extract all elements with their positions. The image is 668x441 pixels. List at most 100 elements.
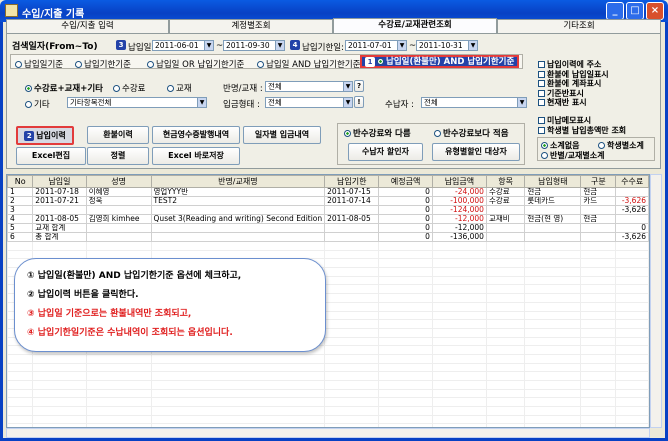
table-row[interactable]: 5 교재 합계 0 -12,000 0 <box>7 223 649 233</box>
column-header[interactable]: 수수료 <box>615 175 649 188</box>
column-header[interactable]: 예정금액 <box>378 175 433 188</box>
table-cell: 현금 <box>580 214 617 224</box>
table-cell: 카드 <box>580 196 617 206</box>
column-header[interactable]: 구분 <box>580 175 617 188</box>
kind-tuition-radio[interactable]: 수강료 <box>113 82 145 94</box>
table-cell <box>32 205 87 215</box>
sort-button[interactable]: 정렬 <box>87 147 149 165</box>
column-header[interactable]: 납입기한 <box>324 175 380 188</box>
due-date-from-field[interactable]: 2011-07-01 ▼ <box>345 40 407 51</box>
tab-income-expense-input[interactable]: 수입/지출 입력 <box>6 19 169 33</box>
close-button[interactable]: × <box>646 2 664 20</box>
column-header[interactable]: 납입금액 <box>431 175 487 188</box>
kind-book-radio[interactable]: 교재 <box>167 82 192 94</box>
class-different-radio[interactable]: 반수강료와 다름 <box>344 127 411 139</box>
check-student-total[interactable]: 학생별 납입총액만 조회 <box>538 126 626 136</box>
tab-other-view[interactable]: 기타조회 <box>497 19 661 33</box>
table-cell: -124,000 <box>431 205 487 215</box>
class-label: 반명/교재 : <box>223 84 263 94</box>
subtotal-class[interactable]: 반별/교재별소계 <box>541 150 604 161</box>
column-header[interactable]: 성명 <box>85 175 152 188</box>
table-cell: 0 <box>378 187 433 197</box>
table-row[interactable]: 2 2011-07-21 정욱 TEST2 2011-07-14 0 -100,000 수강료… <box>7 196 649 206</box>
option-pay-date[interactable]: 납입일기준 <box>15 58 63 70</box>
excel-save-button[interactable]: Excel 바로저장 <box>152 147 240 165</box>
option-refund-and-due[interactable]: 1 납입일(환불만) AND 납입기한기준 <box>360 55 520 68</box>
table-cell <box>524 223 582 233</box>
table-cell <box>580 223 617 233</box>
table-cell: 수강료 <box>485 196 526 206</box>
pay-date-to-field[interactable]: 2011-09-30 ▼ <box>223 40 285 51</box>
table-cell: 김영희 kimhee <box>85 214 152 224</box>
table-cell <box>485 232 526 242</box>
maximize-button[interactable]: □ <box>626 2 644 20</box>
empty-row <box>7 406 649 416</box>
other-item-select[interactable]: 기타항목전체 ▼ <box>67 97 207 108</box>
class-search-button[interactable]: ? <box>354 80 364 92</box>
daily-deposit-button[interactable]: 일자별 입금내역 <box>243 126 321 144</box>
subtotal-student[interactable]: 학생별소계 <box>598 140 644 151</box>
column-header[interactable]: 반명/교재명 <box>150 175 326 188</box>
check-refund-date[interactable]: 환불에 납입일표시 <box>538 70 609 80</box>
discount-group: 반수강료와 다름 반수강료보다 적음 수납자 할인자 유형별할인 대상자 <box>337 123 525 165</box>
table-cell: -24,000 <box>431 187 487 197</box>
pay-type-select[interactable]: 전체 ▼ <box>265 97 353 108</box>
table-cell: 현금 <box>524 187 582 197</box>
column-header[interactable]: 납입형태 <box>524 175 582 188</box>
table-row[interactable]: 4 2011-08-05 김영희 kimhee Quset 3(Reading and… <box>7 214 649 224</box>
date-option-group: 납입일기준 납입기한기준 납입일 OR 납입기한기준 납입일 AND 납입기한기… <box>10 54 523 70</box>
search-panel: 검색일자(From~To) 3 납입일 : 2011-06-01 ▼ ~ 2011… <box>6 33 661 169</box>
table-cell: 2011-08-05 <box>32 214 87 224</box>
option-pay-and-due[interactable]: 납입일 AND 납입기한기준 <box>257 58 361 70</box>
refund-history-button[interactable]: 환불이력 <box>87 126 149 144</box>
check-base-class[interactable]: 기준반표시 <box>538 89 609 99</box>
pay-date-from-field[interactable]: 2011-06-01 ▼ <box>152 40 214 51</box>
check-refund-account[interactable]: 환불에 계좌표시 <box>538 79 609 89</box>
column-header[interactable]: No <box>7 175 34 188</box>
kind-other-radio[interactable]: 기타 <box>25 98 50 110</box>
payment-history-button[interactable]: 2 납입이력 <box>16 126 74 145</box>
tab-tuition-view[interactable]: 수강료/교재관련조회 <box>333 18 497 33</box>
vertical-scrollbar[interactable] <box>650 174 662 428</box>
table-cell: 2011-08-05 <box>324 214 380 224</box>
receiver-select[interactable]: 전체 ▼ <box>421 97 527 108</box>
tab-account-view[interactable]: 계정별조회 <box>169 19 333 33</box>
callout-line-4: ④ 납입기한일기준은 수납내역이 조회되는 옵션입니다. <box>27 328 233 338</box>
receiver-discount-button[interactable]: 수납자 할인자 <box>348 143 423 161</box>
table-cell <box>150 232 326 242</box>
option-due-date[interactable]: 납입기한기준 <box>75 58 131 70</box>
class-less-radio[interactable]: 반수강료보다 적음 <box>434 127 509 139</box>
table-cell: 이혜영 <box>85 187 152 197</box>
check-current-class[interactable]: 현재반 표시 <box>538 98 609 108</box>
table-cell <box>85 223 152 233</box>
table-cell <box>324 223 380 233</box>
column-header[interactable]: 납입일 <box>32 175 87 188</box>
minimize-button[interactable]: _ <box>606 2 624 20</box>
check-address[interactable]: 납입이력에 주소 <box>538 60 609 70</box>
horizontal-scrollbar[interactable] <box>6 428 650 438</box>
check-unpaid-memo[interactable]: 미납메모표시 <box>538 116 626 126</box>
table-row[interactable]: 6총 합계 0 -136,000 -3,626 <box>7 232 649 242</box>
table-row[interactable]: 3 0 -124,000 -3,626 <box>7 205 649 215</box>
class-select[interactable]: 전체 ▼ <box>265 81 353 92</box>
excel-edit-button[interactable]: Excel편집 <box>16 147 86 165</box>
table-cell: 교재비 <box>485 214 526 224</box>
type-discount-button[interactable]: 유형별할인 대상자 <box>432 143 520 161</box>
column-header[interactable]: 항목 <box>485 175 526 188</box>
table-cell: 6 <box>7 232 34 242</box>
step-badge-4: 4 <box>290 40 300 50</box>
table-row[interactable]: 1 2011-07-18 이혜영 영업YYY반 2011-07-15 0 -24,000 수강… <box>7 187 649 197</box>
table-cell <box>324 232 380 242</box>
table-cell: 0 <box>378 205 433 215</box>
paytype-option-button[interactable]: ! <box>354 96 364 108</box>
table-cell: 2011-07-21 <box>32 196 87 206</box>
empty-row <box>7 414 649 425</box>
due-date-to-field[interactable]: 2011-10-31 ▼ <box>416 40 478 51</box>
table-cell: 롯데카드 <box>524 196 582 206</box>
table-cell: 교재 합계 <box>32 223 87 233</box>
cash-receipt-button[interactable]: 현금영수증발행내역 <box>152 126 240 144</box>
kind-all-radio[interactable]: 수강료+교재+기타 <box>25 82 103 94</box>
callout-line-2: ② 납입이력 버튼을 클릭한다. <box>27 290 139 300</box>
table-cell <box>85 232 152 242</box>
option-pay-or-due[interactable]: 납입일 OR 납입기한기준 <box>147 58 244 70</box>
